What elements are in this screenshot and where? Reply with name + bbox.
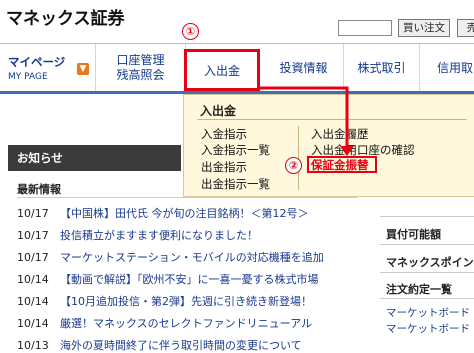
arrow-path [258, 86, 349, 148]
step-1-marker: ① [182, 23, 199, 40]
annotation-arrow [258, 86, 354, 156]
arrowhead-icon [340, 146, 354, 156]
step-2-marker: ② [285, 157, 302, 174]
